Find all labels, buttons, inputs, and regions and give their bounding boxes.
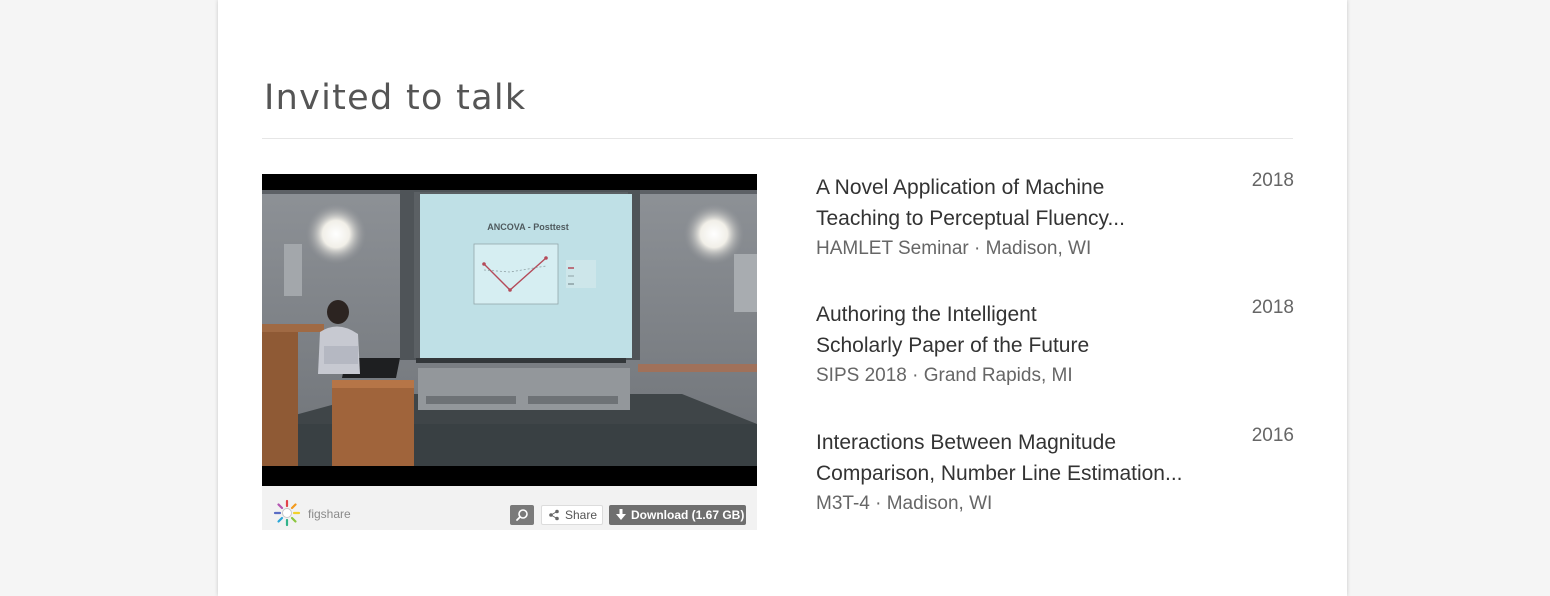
talk-title-line: A Novel Application of Machine xyxy=(816,176,1105,199)
talk-item: Interactions Between Magnitude Compariso… xyxy=(816,425,1296,518)
talk-year: 2018 xyxy=(1251,297,1294,318)
search-icon xyxy=(516,509,528,521)
talk-title-line: Teaching to Perceptual Fluency... xyxy=(816,207,1125,230)
download-arrow-icon xyxy=(616,509,626,520)
figshare-brand-text: figshare xyxy=(308,507,351,521)
section-title: Invited to talk xyxy=(264,78,527,118)
slide-title: ANCOVA - Posttest xyxy=(487,222,569,232)
figshare-logo-icon xyxy=(273,499,301,527)
talk-title-line: Authoring the Intelligent xyxy=(816,303,1037,326)
talk-venue: SIPS 2018 · Grand Rapids, MI xyxy=(816,365,1073,386)
talk-item: Authoring the Intelligent Scholarly Pape… xyxy=(816,297,1296,390)
talk-title-link[interactable]: A Novel Application of Machine Teaching … xyxy=(816,172,1216,234)
talk-title-line: Scholarly Paper of the Future xyxy=(816,334,1090,357)
talk-title-link[interactable]: Authoring the Intelligent Scholarly Pape… xyxy=(816,299,1216,361)
talk-title-line: Interactions Between Magnitude xyxy=(816,431,1117,454)
video-player[interactable]: ANCOVA - Posttest figshare Share Downloa… xyxy=(262,174,757,530)
share-icon xyxy=(549,509,559,521)
talk-title-line: Comparison, Number Line Estimation... xyxy=(816,462,1183,485)
lecture-video-still: ANCOVA - Posttest xyxy=(262,174,757,486)
video-frame[interactable]: ANCOVA - Posttest xyxy=(262,174,757,486)
download-button[interactable]: Download (1.67 GB) xyxy=(609,505,746,525)
content-card: Invited to talk ANCOVA - Posttest figsha… xyxy=(218,0,1347,596)
zoom-search-button[interactable] xyxy=(510,505,534,525)
talk-year: 2018 xyxy=(1251,170,1294,191)
share-label: Share xyxy=(565,508,598,522)
section-divider xyxy=(262,138,1293,139)
share-button[interactable]: Share xyxy=(541,505,603,525)
player-toolbar: figshare Share Download (1.67 GB) xyxy=(262,486,757,530)
download-label: Download (1.67 GB) xyxy=(631,508,745,522)
talk-title-link[interactable]: Interactions Between Magnitude Compariso… xyxy=(816,427,1216,489)
talk-item: A Novel Application of Machine Teaching … xyxy=(816,170,1296,263)
talk-venue: M3T-4 · Madison, WI xyxy=(816,493,993,514)
talk-year: 2016 xyxy=(1251,425,1294,446)
talk-venue: HAMLET Seminar · Madison, WI xyxy=(816,238,1092,259)
